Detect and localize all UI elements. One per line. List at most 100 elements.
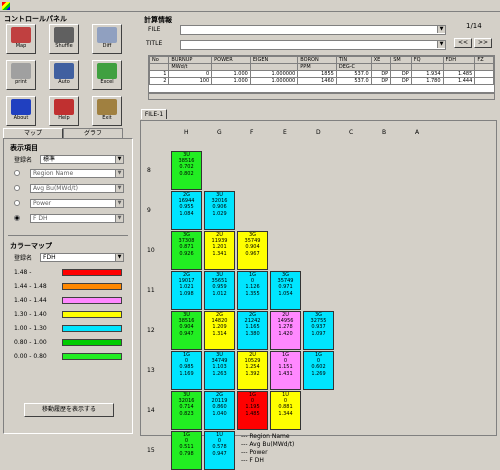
core-cell[interactable]: 3U 32016 0.906 1.029 [204,191,235,230]
table-cell: 2 [149,77,170,85]
cell-value: 1.341 [212,250,227,257]
row-label: 10 [147,247,155,254]
core-cell[interactable]: 1G 0 0.511 0.798 [171,431,202,470]
chevron-down-icon: ▼ [115,185,123,192]
core-cell[interactable]: 1U 0 0.881 1.344 [270,391,301,430]
column-subheader: MWd/t [168,63,213,71]
color-swatch[interactable] [62,269,122,276]
chevron-down-icon: ▼ [437,26,445,33]
core-cell[interactable]: 3U 32016 0.714 0.823 [171,391,202,430]
column-header: BURNUP [168,56,213,64]
auto-button[interactable]: Auto [49,60,79,90]
display-item-radio[interactable] [14,215,20,221]
core-cell[interactable]: 2G 19017 1.021 1.098 [171,271,202,310]
color-swatch[interactable] [62,339,122,346]
core-cell[interactable]: 1G 0 0.985 1.169 [171,351,202,390]
core-cell[interactable]: 2G 14820 1.209 1.314 [204,311,235,350]
column-label: G [217,129,222,136]
diff-button[interactable]: Diff [92,24,122,54]
display-item-radio[interactable] [14,170,20,176]
display-item-select[interactable]: Power ▼ [30,199,124,208]
file-select[interactable]: ▼ [180,25,446,35]
table-row[interactable]: 1 0 1.000 1.000000 1855 537.0 DP DP 1.934 1.485 [149,70,494,78]
core-cell[interactable]: 2G 20119 0.860 1.040 [204,391,235,430]
column-header: TIN [335,56,372,64]
shuffle-button[interactable]: Shuffle [49,24,79,54]
help-button[interactable]: Help [49,96,79,126]
core-cell[interactable]: 3U 38516 0.904 0.947 [171,311,202,350]
tab-file-1[interactable]: FILE-1 [141,109,167,119]
color-swatch[interactable] [62,353,122,360]
core-cell[interactable]: 2U 14956 1.278 1.420 [270,311,301,350]
display-item-radio[interactable] [14,200,20,206]
tab-map[interactable]: マップ [3,128,63,138]
button-label: Help [58,115,70,121]
display-item-select[interactable]: Avg Bu(MWd/t) ▼ [30,184,124,193]
column-label: C [349,129,354,136]
core-cell[interactable]: 3U 35651 0.959 1.012 [204,271,235,310]
table-cell: 1.000000 [249,70,299,78]
table-cell: 1460 [297,77,337,85]
column-header: EIGEN [249,56,299,64]
history-button[interactable]: 移動履歴を表示する [24,403,114,417]
column-header: No [149,56,170,64]
exit-button[interactable]: Exit [92,96,122,126]
row-label: 15 [147,447,155,454]
column-header: FZ [474,56,494,64]
display-item-select[interactable]: Region Name ▼ [30,169,124,178]
core-cell[interactable]: 2G 16944 0.955 1.084 [171,191,202,230]
display-reg-select[interactable]: 標準 ▼ [40,155,124,164]
color-swatch[interactable] [62,297,122,304]
next-page-button[interactable]: >> [474,38,492,48]
colormap-reg-select[interactable]: FDH ▼ [40,253,124,262]
table-row[interactable]: 2 100 1.000 1.000000 1460 537.0 DP DP 1.780 1.444 [149,77,494,85]
color-swatch[interactable] [62,325,122,332]
core-cell[interactable]: 2U 10529 1.254 1.392 [237,351,268,390]
core-cell[interactable]: 3G 35749 0.904 0.967 [237,231,268,270]
core-cell[interactable]: 3G 37308 0.871 0.926 [171,231,202,270]
column-subheader [442,63,476,71]
about-button[interactable]: About [6,96,36,126]
printer-icon [11,63,31,79]
table-cell: 1.000000 [249,77,299,85]
file-label: FILE [148,26,161,33]
row-label: 9 [147,207,151,214]
title-select[interactable]: ▼ [180,40,446,50]
button-label: Excel [100,79,114,85]
button-label: Auto [58,79,70,85]
core-cell[interactable]: 2G 21242 1.165 1.380 [237,311,268,350]
print-button[interactable]: print [6,60,36,90]
core-cell[interactable]: 2U 11939 1.201 1.341 [204,231,235,270]
core-cell[interactable]: 1G 0 0.602 1.269 [303,351,334,390]
map-button[interactable]: Map [6,24,36,54]
cell-value: 1.344 [278,410,293,417]
table-cell: 1.000 [211,77,251,85]
about-icon [11,99,31,115]
control-panel-title: コントロールパネル [4,15,67,23]
calc-info-title: 計算情報 [144,16,172,24]
column-label: E [283,129,287,136]
core-cell[interactable]: 1G 0 1.195 1.485 [237,391,268,430]
color-swatch[interactable] [62,283,122,290]
core-cell[interactable]: 3U 38516 0.702 0.802 [171,151,202,190]
results-table-container: No BURNUP POWER EIGEN BORON TIN XE SM FQ FDH FZ MWd… [148,55,495,93]
core-cell[interactable]: 1G 0 1.126 1.355 [237,271,268,310]
cell-value: 1.263 [212,370,227,377]
tab-graph[interactable]: グラフ [63,128,123,138]
display-item-radio[interactable] [14,185,20,191]
core-cell[interactable]: 1G 0 1.151 1.431 [270,351,301,390]
core-cell[interactable]: 1U 0 0.578 0.947 [204,431,235,470]
table-cell: 1.934 [410,70,444,78]
core-cell[interactable]: 3G 35749 0.971 1.054 [270,271,301,310]
excel-button[interactable]: Excel [92,60,122,90]
display-item-select[interactable]: F DH ▼ [30,214,124,223]
core-cell[interactable]: 3G 32755 0.937 1.097 [303,311,334,350]
core-cell[interactable]: 3U 34749 1.103 1.263 [204,351,235,390]
column-header: POWER [211,56,251,64]
horizontal-scrollbar[interactable] [148,93,495,100]
colormap-reg-label: 登録名 [14,255,33,262]
prev-page-button[interactable]: << [454,38,472,48]
column-header: SM [390,56,412,64]
color-range-label: 1.48 - [14,269,32,276]
color-swatch[interactable] [62,311,122,318]
